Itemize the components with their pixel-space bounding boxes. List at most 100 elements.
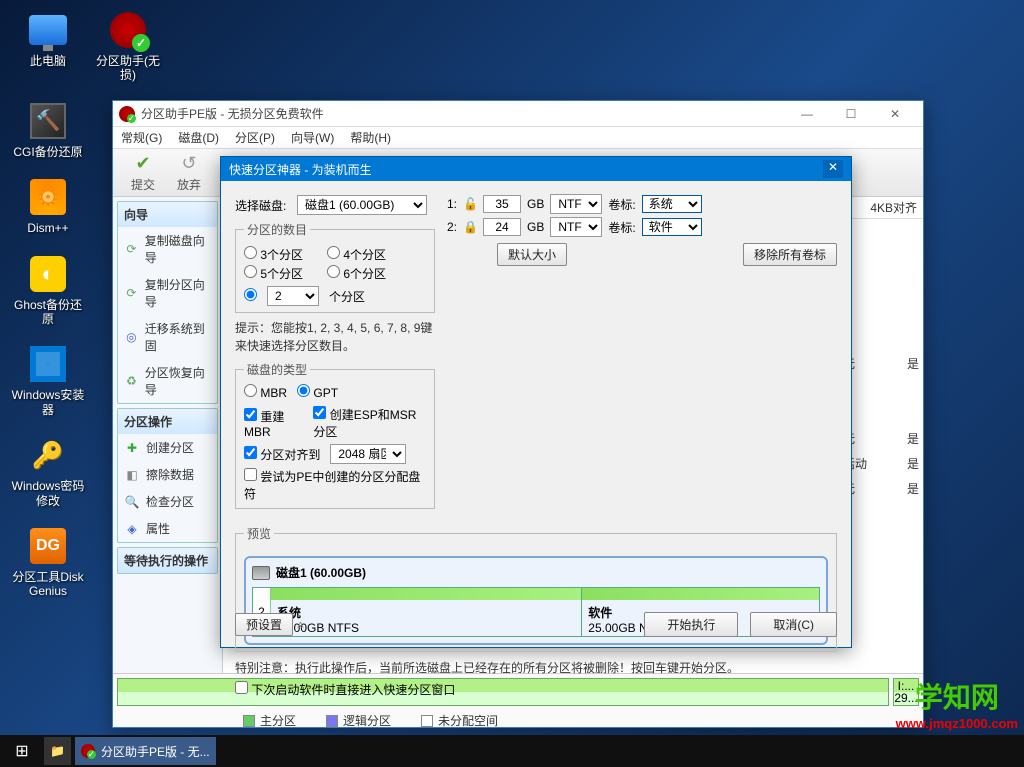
- desktop-icon-dg[interactable]: DG分区工具DiskGenius: [10, 526, 86, 599]
- partition-rows: 无是 无是 活动是 无是: [843, 351, 919, 501]
- minimize-button[interactable]: ―: [785, 103, 829, 125]
- partition-row-1: 1: 🔓 GB NTFS 卷标: 系统: [447, 194, 837, 214]
- table-row[interactable]: 无是: [843, 476, 919, 501]
- menu-disk[interactable]: 磁盘(D): [178, 129, 219, 146]
- props-icon: ◈: [124, 521, 140, 537]
- table-row[interactable]: 无是: [843, 426, 919, 451]
- diskgenius-icon: DG: [30, 528, 66, 564]
- disk-icon: [252, 566, 270, 580]
- radio-6[interactable]: 6个分区: [327, 265, 386, 282]
- cancel-button[interactable]: 取消(C): [750, 612, 837, 637]
- taskbar-explorer[interactable]: 📁: [44, 737, 71, 765]
- menu-help[interactable]: 帮助(H): [350, 129, 391, 146]
- windows-icon: [30, 346, 66, 382]
- sidebar-recover[interactable]: ♻分区恢复向导: [118, 359, 217, 403]
- label-input-1[interactable]: 系统: [642, 195, 702, 213]
- sidebar-migrate[interactable]: ◎迁移系统到固: [118, 315, 217, 359]
- sidebar-group-partops: 分区操作: [118, 409, 217, 434]
- start-button[interactable]: 开始执行: [644, 612, 738, 637]
- chevron-up-icon[interactable]: ⩓: [297, 617, 304, 632]
- check-esp[interactable]: 创建ESP和MSR分区: [313, 406, 426, 440]
- sidebar-copy-disk[interactable]: ⟳复制磁盘向导: [118, 227, 217, 271]
- sidebar: 向导 ⟳复制磁盘向导 ⟳复制分区向导 ◎迁移系统到固 ♻分区恢复向导 分区操作 …: [113, 197, 223, 673]
- col-4kb[interactable]: 4KB对齐: [870, 199, 917, 216]
- fs-select-1[interactable]: NTFS: [550, 194, 602, 214]
- desktop-icon-winpwd[interactable]: 🔑Windows密码修改: [10, 435, 86, 508]
- lock-icon[interactable]: 🔓: [463, 197, 477, 211]
- sidebar-copy-part[interactable]: ⟳复制分区向导: [118, 271, 217, 315]
- dialog-close-button[interactable]: ✕: [823, 160, 843, 178]
- select-disk-label: 选择磁盘:: [235, 197, 291, 214]
- sidebar-wipe[interactable]: ◧擦除数据: [118, 461, 217, 488]
- radio-4[interactable]: 4个分区: [327, 246, 386, 263]
- copy-icon: ⟳: [124, 241, 139, 257]
- label-input-2[interactable]: 软件: [642, 218, 702, 236]
- start-button[interactable]: ⊞: [4, 737, 40, 765]
- check-align[interactable]: 分区对齐到: [244, 446, 320, 463]
- fs-select-2[interactable]: NTFS: [550, 217, 602, 237]
- size-input-2[interactable]: [483, 218, 521, 236]
- radio-gpt[interactable]: GPT: [297, 384, 338, 400]
- sidebar-group-pending: 等待执行的操作: [118, 548, 217, 573]
- maximize-button[interactable]: ☐: [829, 103, 873, 125]
- radio-custom[interactable]: [244, 288, 257, 304]
- table-row[interactable]: 活动是: [843, 451, 919, 476]
- app-icon: [119, 106, 135, 122]
- ghost-icon: ◐: [30, 256, 66, 292]
- check-icon: ✔: [135, 153, 150, 174]
- copy-icon: ⟳: [124, 285, 139, 301]
- clear-labels-button[interactable]: 移除所有卷标: [743, 243, 837, 266]
- undo-icon: ↺: [181, 153, 196, 174]
- dialog-titlebar[interactable]: 快速分区神器 - 为装机而生 ✕: [221, 157, 851, 181]
- erase-icon: ◧: [124, 467, 140, 483]
- check-pe-assign[interactable]: 尝试为PE中创建的分区分配盘符: [244, 468, 426, 502]
- taskbar: ⊞ 📁 分区助手PE版 - 无...: [0, 735, 1024, 767]
- radio-5[interactable]: 5个分区: [244, 265, 303, 282]
- toolbar-commit[interactable]: ✔提交: [121, 151, 165, 195]
- toolbar-discard[interactable]: ↺放弃: [167, 151, 211, 195]
- desktop-icon-ghost[interactable]: ◐Ghost备份还原: [10, 254, 86, 327]
- app-menubar: 常规(G) 磁盘(D) 分区(P) 向导(W) 帮助(H): [113, 127, 923, 149]
- lock-icon[interactable]: 🔒: [463, 220, 477, 234]
- sidebar-group-wizard: 向导: [118, 202, 217, 227]
- menu-partition[interactable]: 分区(P): [235, 129, 275, 146]
- partition-count-group: 分区的数目 3个分区 4个分区 5个分区 6个分区 2 个分区: [235, 221, 435, 313]
- select-disk-dropdown[interactable]: 磁盘1 (60.00GB): [297, 195, 427, 215]
- legend-unalloc-swatch: [421, 715, 433, 727]
- legend-logical-swatch: [326, 715, 338, 727]
- check-auto-open[interactable]: 下次启动软件时直接进入快速分区窗口: [235, 683, 455, 697]
- sidebar-props[interactable]: ◈属性: [118, 515, 217, 542]
- taskbar-active-app[interactable]: 分区助手PE版 - 无...: [75, 737, 216, 765]
- key-icon: 🔑: [30, 437, 66, 473]
- default-size-button[interactable]: 默认大小: [497, 243, 567, 266]
- preview-disk-name: 磁盘1 (60.00GB): [276, 564, 366, 581]
- menu-general[interactable]: 常规(G): [121, 129, 162, 146]
- partition-row-2: 2: 🔒 GB NTFS 卷标: 软件: [447, 217, 837, 237]
- menu-wizard[interactable]: 向导(W): [291, 129, 334, 146]
- desktop-icon-dism[interactable]: Dism++: [10, 177, 86, 235]
- radio-3[interactable]: 3个分区: [244, 246, 303, 263]
- desktop-icon-pc[interactable]: 此电脑: [10, 10, 86, 83]
- quick-partition-dialog: 快速分区神器 - 为装机而生 ✕ 选择磁盘: 磁盘1 (60.00GB) 分区的…: [220, 156, 852, 648]
- desktop-icon-cgi[interactable]: CGI备份还原: [10, 101, 86, 159]
- size-input-1[interactable]: [483, 195, 521, 213]
- sidebar-check[interactable]: 🔍检查分区: [118, 488, 217, 515]
- legend-primary-swatch: [243, 715, 255, 727]
- pc-icon: [29, 15, 67, 45]
- custom-count-select[interactable]: 2: [267, 286, 319, 306]
- align-value[interactable]: 2048 扇区: [330, 444, 406, 464]
- table-row[interactable]: 无是: [843, 351, 919, 376]
- close-button[interactable]: ✕: [873, 103, 917, 125]
- disk-type-group: 磁盘的类型 MBR GPT 重建MBR 创建ESP和MSR分区 分区对齐到 20…: [235, 361, 435, 509]
- preset-button[interactable]: 预设置: [235, 613, 293, 636]
- sidebar-create[interactable]: ✚创建分区: [118, 434, 217, 461]
- radio-mbr[interactable]: MBR: [244, 384, 287, 400]
- desktop-icon-wininst[interactable]: Windows安装器: [10, 344, 86, 417]
- check-rebuild-mbr[interactable]: 重建MBR: [244, 408, 303, 439]
- shield-icon: [110, 12, 146, 48]
- hint-text: 提示：您能按1, 2, 3, 4, 5, 6, 7, 8, 9键来快速选择分区数…: [235, 319, 435, 355]
- hammer-icon: [30, 103, 66, 139]
- app-titlebar[interactable]: 分区助手PE版 - 无损分区免费软件 ― ☐ ✕: [113, 101, 923, 127]
- desktop-icon-pa[interactable]: 分区助手(无损): [90, 10, 166, 83]
- gear-icon: [30, 179, 66, 215]
